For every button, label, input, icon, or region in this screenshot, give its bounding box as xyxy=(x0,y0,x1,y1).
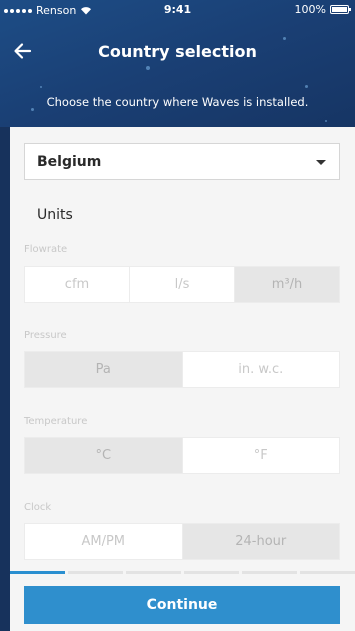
page-subtitle: Choose the country where Waves is instal… xyxy=(46,95,309,109)
country-dropdown[interactable]: Belgium xyxy=(24,143,340,180)
battery-status: 100% xyxy=(294,3,351,16)
progress-step xyxy=(10,571,65,574)
units-heading: Units xyxy=(37,207,73,223)
pressure-option-inwc[interactable]: in. w.c. xyxy=(183,352,340,387)
settings-card: Belgium Units Flowrate cfm l/s m³/h Pres… xyxy=(10,127,355,631)
decorative-dot xyxy=(283,37,286,40)
continue-button[interactable]: Continue xyxy=(24,586,340,624)
pressure-option-pa[interactable]: Pa xyxy=(25,352,183,387)
progress-step xyxy=(184,571,239,574)
progress-step xyxy=(242,571,297,574)
temperature-option-celsius[interactable]: °C xyxy=(25,438,183,473)
status-bar: Renson 9:41 100% xyxy=(0,0,355,20)
temperature-selector: °C °F xyxy=(24,437,340,474)
flowrate-option-ls[interactable]: l/s xyxy=(130,267,235,302)
decorative-dot xyxy=(146,66,150,70)
pressure-label: Pressure xyxy=(24,330,67,341)
chevron-down-icon xyxy=(316,160,326,165)
page-title: Country selection xyxy=(98,42,257,61)
battery-icon xyxy=(330,5,351,14)
flowrate-label: Flowrate xyxy=(24,244,68,255)
country-selected-value: Belgium xyxy=(37,154,102,170)
flowrate-option-m3h[interactable]: m³/h xyxy=(235,267,339,302)
clock-option-ampm[interactable]: AM/PM xyxy=(25,524,183,559)
decorative-dot xyxy=(305,85,308,88)
progress-step xyxy=(126,571,181,574)
progress-step xyxy=(68,571,123,574)
clock-option-24hour[interactable]: 24-hour xyxy=(182,524,339,559)
decorative-dot xyxy=(325,120,327,122)
temperature-option-fahrenheit[interactable]: °F xyxy=(183,438,340,473)
decorative-dot xyxy=(40,86,42,88)
temperature-label: Temperature xyxy=(24,416,88,427)
clock-label: Clock xyxy=(24,502,52,513)
footer: Continue xyxy=(10,575,355,631)
flowrate-option-cfm[interactable]: cfm xyxy=(25,267,130,302)
progress-step xyxy=(300,571,355,574)
battery-percent: 100% xyxy=(294,3,326,16)
pressure-selector: Pa in. w.c. xyxy=(24,351,340,388)
clock-selector: AM/PM 24-hour xyxy=(24,523,340,560)
flowrate-selector: cfm l/s m³/h xyxy=(24,266,340,303)
